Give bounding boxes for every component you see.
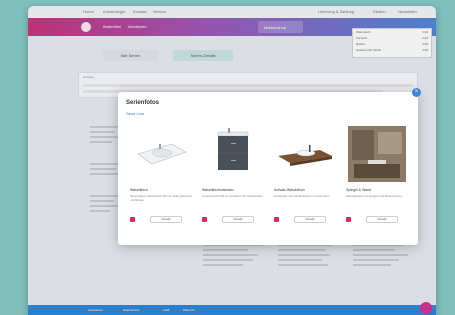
product-card[interactable]: Waschtischunterbau Unterschrank 80 cm an… — [200, 126, 266, 232]
bathroom-scene-image — [348, 126, 406, 182]
browser-window: Home Kundenlogin Kontakt Service Lieferu… — [28, 6, 436, 315]
product-description: Unterschrank 80 cm anthrazit mit Schubla… — [202, 194, 263, 198]
footer-link-terms[interactable]: AGB — [163, 308, 169, 312]
product-card[interactable]: Aufsatz-Waschtisch Holzplatte mit Aufsat… — [272, 126, 338, 232]
heart-icon[interactable] — [274, 217, 279, 222]
heart-icon[interactable] — [346, 217, 351, 222]
washbasin-image — [132, 126, 190, 182]
details-button[interactable]: Details — [150, 216, 182, 223]
vanity-cabinet-image — [204, 126, 262, 182]
modal-title: Serienfotos — [126, 100, 160, 106]
countertop-basin-image — [276, 126, 334, 182]
footer-link-imprint[interactable]: Impressum — [88, 308, 103, 312]
footer-link-withdrawal[interactable]: Widerruf — [183, 308, 194, 312]
product-card[interactable]: Spiegel & Wand Wandpaneel mit Spiegel un… — [344, 126, 410, 232]
product-description: Mineralguss Waschtisch 80 cm weiß glänze… — [130, 194, 192, 202]
product-name: Spiegel & Wand — [346, 188, 371, 192]
modal-subtitle[interactable]: Serie Lisa — [126, 111, 144, 116]
heart-icon[interactable] — [130, 217, 135, 222]
details-button[interactable]: Details — [366, 216, 398, 223]
chat-icon[interactable] — [420, 302, 432, 314]
footer-link-privacy[interactable]: Datenschutz — [123, 308, 140, 312]
series-photo-modal: × Serienfotos Serie Lisa Waschtisch Mine… — [118, 88, 421, 245]
footer-bar: Impressum Datenschutz AGB Widerruf — [28, 305, 436, 315]
product-card[interactable]: Waschtisch Mineralguss Waschtisch 80 cm … — [128, 126, 194, 232]
close-icon[interactable]: × — [412, 88, 421, 97]
product-name: Waschtisch — [130, 188, 148, 192]
product-description: Holzplatte mit Aufsatzbecken und Armatur — [274, 194, 330, 198]
details-button[interactable]: Details — [222, 216, 254, 223]
details-button[interactable]: Details — [294, 216, 326, 223]
product-name: Aufsatz-Waschtisch — [274, 188, 305, 192]
product-name: Waschtischunterbau — [202, 188, 234, 192]
product-description: Wandpaneel mit Spiegel und Beleuchtung — [346, 194, 402, 198]
heart-icon[interactable] — [202, 217, 207, 222]
